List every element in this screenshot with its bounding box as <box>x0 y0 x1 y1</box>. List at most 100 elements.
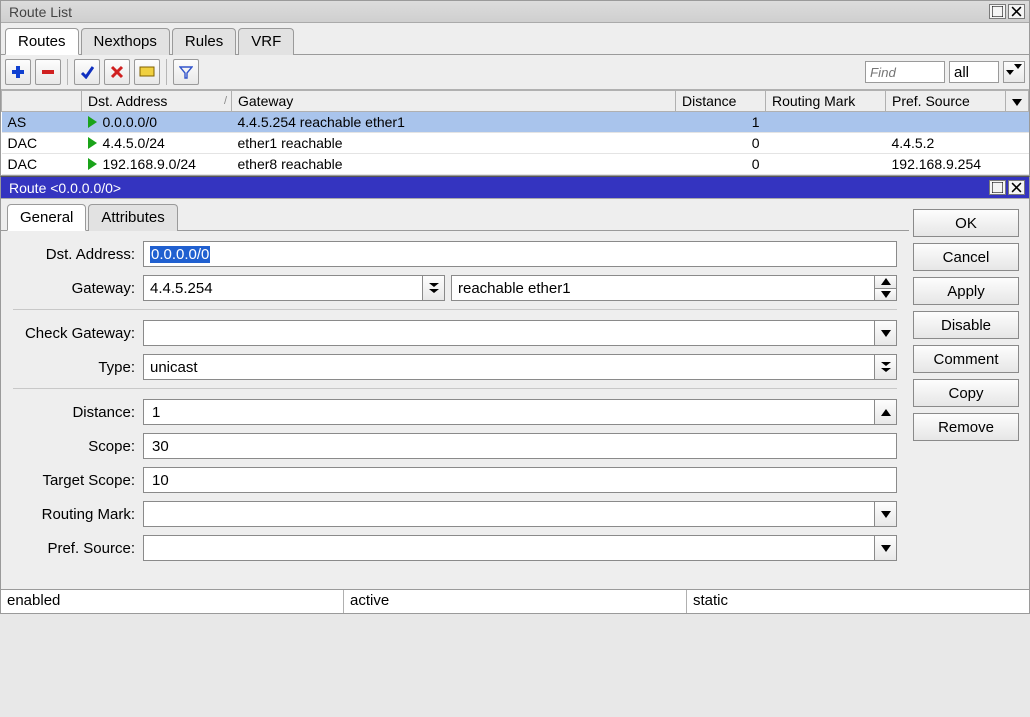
status-enabled: enabled <box>1 590 344 613</box>
gateway-value: 4.4.5.254 <box>150 280 213 297</box>
gateway-status: reachable ether1 <box>458 280 571 297</box>
col-pref-source[interactable]: Pref. Source <box>886 91 1006 112</box>
gateway-stepper[interactable] <box>875 275 897 301</box>
add-button[interactable] <box>5 59 31 85</box>
col-flags[interactable] <box>2 91 82 112</box>
gateway-step-down[interactable] <box>875 289 896 301</box>
cell-pref-source: 4.4.5.2 <box>886 133 1006 154</box>
table-row[interactable]: DAC192.168.9.0/24ether8 reachable0192.16… <box>2 154 1029 175</box>
routing-mark-field[interactable] <box>143 501 875 527</box>
active-route-icon <box>88 116 97 128</box>
type-dropdown[interactable] <box>875 354 897 380</box>
col-dst-address[interactable]: Dst. Address/ <box>82 91 232 112</box>
target-scope-label: Target Scope: <box>13 472 143 489</box>
col-gateway[interactable]: Gateway <box>232 91 676 112</box>
scope-input[interactable] <box>150 437 890 456</box>
dst-address-field[interactable]: 0.0.0.0/0 <box>143 241 897 267</box>
gateway-step-up[interactable] <box>875 276 896 289</box>
toolbar-separator <box>67 59 68 85</box>
route-detail-window: Route <0.0.0.0/0> General Attributes Dst… <box>0 176 1030 614</box>
check-gateway-input[interactable] <box>150 324 868 343</box>
type-field[interactable]: unicast <box>143 354 875 380</box>
status-active: active <box>344 590 687 613</box>
cell-routing-mark <box>766 154 886 175</box>
col-routing-mark[interactable]: Routing Mark <box>766 91 886 112</box>
disable-button[interactable]: Disable <box>913 311 1019 339</box>
cell-pref-source <box>886 112 1006 133</box>
tab-vrf[interactable]: VRF <box>238 28 294 55</box>
cell-pref-source: 192.168.9.254 <box>886 154 1006 175</box>
comment-button[interactable]: Comment <box>913 345 1019 373</box>
pref-source-field[interactable] <box>143 535 875 561</box>
cell-dst: 0.0.0.0/0 <box>82 112 232 133</box>
cell-flags: AS <box>2 112 82 133</box>
apply-button[interactable]: Apply <box>913 277 1019 305</box>
routing-mark-label: Routing Mark: <box>13 506 143 523</box>
target-scope-input[interactable] <box>150 471 890 490</box>
detail-close-button[interactable] <box>1008 180 1025 195</box>
type-label: Type: <box>13 359 143 376</box>
ok-button[interactable]: OK <box>913 209 1019 237</box>
cell-dst: 4.4.5.0/24 <box>82 133 232 154</box>
distance-input[interactable] <box>150 403 868 422</box>
route-form: Dst. Address: 0.0.0.0/0 Gateway: 4.4.5.2… <box>1 231 909 589</box>
target-scope-field[interactable] <box>143 467 897 493</box>
tab-routes[interactable]: Routes <box>5 28 79 55</box>
filter-dropdown-button[interactable] <box>1003 61 1025 83</box>
cell-extra <box>1006 112 1029 133</box>
status-static: static <box>687 590 1029 613</box>
comment-button[interactable] <box>134 59 160 85</box>
scope-field[interactable] <box>143 433 897 459</box>
cancel-button[interactable]: Cancel <box>913 243 1019 271</box>
filter-select-value: all <box>954 64 969 81</box>
filter-button[interactable] <box>173 59 199 85</box>
toolbar-separator-2 <box>166 59 167 85</box>
routing-mark-input[interactable] <box>150 505 868 524</box>
gateway-status-field: reachable ether1 <box>451 275 875 301</box>
routing-mark-dropdown[interactable] <box>875 501 897 527</box>
find-input[interactable] <box>865 61 945 83</box>
cell-gateway: ether8 reachable <box>232 154 676 175</box>
tab-attributes[interactable]: Attributes <box>88 204 177 231</box>
filter-select[interactable]: all <box>949 61 999 83</box>
cell-distance: 0 <box>676 133 766 154</box>
pref-source-dropdown[interactable] <box>875 535 897 561</box>
distance-label: Distance: <box>13 404 143 421</box>
table-row[interactable]: DAC4.4.5.0/24ether1 reachable0 4.4.5.2 <box>2 133 1029 154</box>
tab-rules[interactable]: Rules <box>172 28 236 55</box>
close-button[interactable] <box>1008 4 1025 19</box>
tab-nexthops[interactable]: Nexthops <box>81 28 170 55</box>
cell-gateway: 4.4.5.254 reachable ether1 <box>232 112 676 133</box>
detail-minimize-button[interactable] <box>989 180 1006 195</box>
check-gateway-label: Check Gateway: <box>13 325 143 342</box>
disable-button[interactable] <box>104 59 130 85</box>
check-gateway-field[interactable] <box>143 320 875 346</box>
gateway-field[interactable]: 4.4.5.254 <box>143 275 423 301</box>
enable-button[interactable] <box>74 59 100 85</box>
col-settings[interactable] <box>1006 91 1029 112</box>
remove-button[interactable] <box>35 59 61 85</box>
pref-source-label: Pref. Source: <box>13 540 143 557</box>
minimize-button[interactable] <box>989 4 1006 19</box>
route-list-titlebar: Route List <box>1 1 1029 23</box>
cell-gateway: ether1 reachable <box>232 133 676 154</box>
tab-general[interactable]: General <box>7 204 86 231</box>
check-gateway-dropdown[interactable] <box>875 320 897 346</box>
dst-address-value: 0.0.0.0/0 <box>150 246 210 263</box>
table-row[interactable]: AS0.0.0.0/04.4.5.254 reachable ether11 <box>2 112 1029 133</box>
remove-button[interactable]: Remove <box>913 413 1019 441</box>
copy-button[interactable]: Copy <box>913 379 1019 407</box>
distance-field[interactable] <box>143 399 875 425</box>
scope-label: Scope: <box>13 438 143 455</box>
active-route-icon <box>88 158 97 170</box>
form-divider-1 <box>13 309 897 310</box>
gateway-dropdown[interactable] <box>423 275 445 301</box>
cell-extra <box>1006 133 1029 154</box>
distance-collapse[interactable] <box>875 399 897 425</box>
col-distance[interactable]: Distance <box>676 91 766 112</box>
pref-source-input[interactable] <box>150 539 868 558</box>
cell-routing-mark <box>766 133 886 154</box>
cell-flags: DAC <box>2 154 82 175</box>
cell-flags: DAC <box>2 133 82 154</box>
active-route-icon <box>88 137 97 149</box>
